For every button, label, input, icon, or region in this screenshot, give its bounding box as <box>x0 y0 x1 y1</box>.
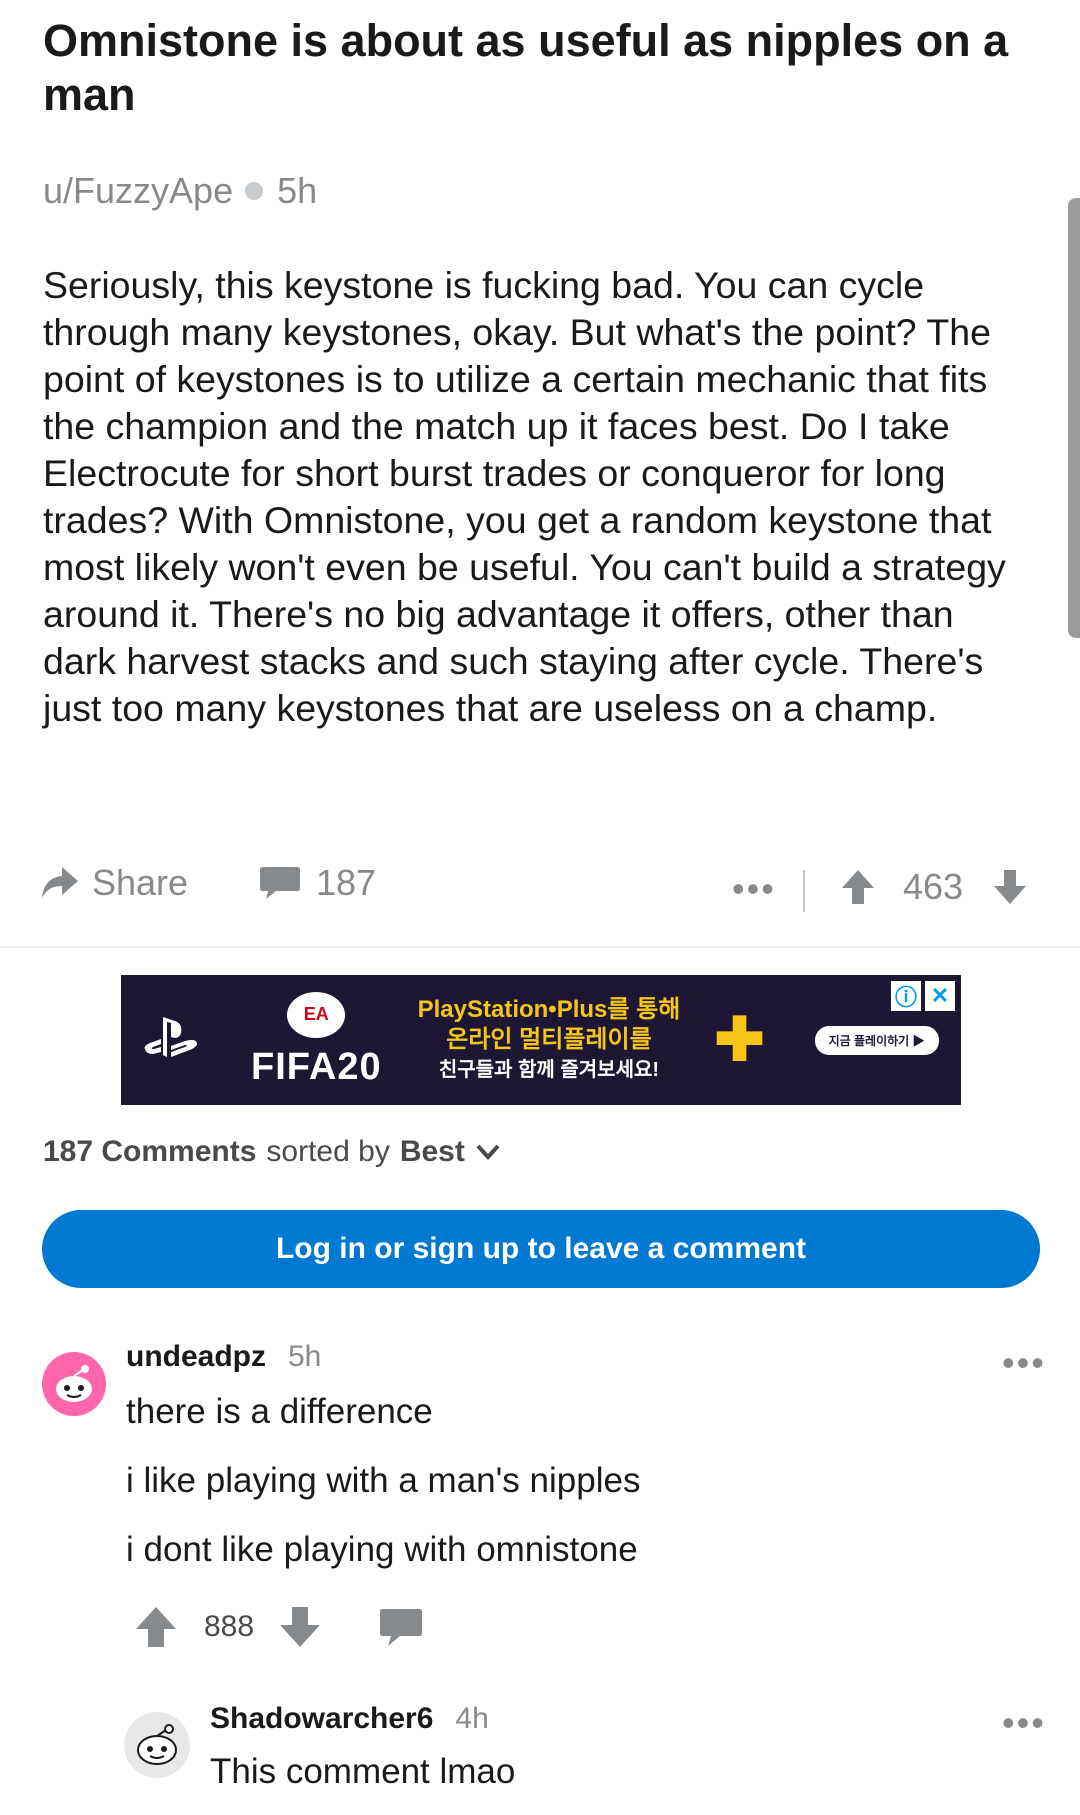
post-more-button[interactable]: ••• <box>732 868 776 910</box>
comment-action-bar: 888 <box>134 1605 424 1649</box>
fifa-title: FIFA20 <box>251 1045 382 1088</box>
comment-line: This comment lmao <box>210 1752 516 1791</box>
comment-time: 4h <box>455 1702 489 1735</box>
ps-plus-icon: ✚ <box>714 1006 765 1073</box>
sort-value: Best <box>399 1135 465 1168</box>
playstation-logo-icon <box>131 1013 211 1068</box>
reply-icon[interactable] <box>378 1605 424 1649</box>
comment-more-button[interactable]: ••• <box>1002 1702 1046 1744</box>
ad-line-2: 온라인 멀티플레이를 <box>446 1026 652 1053</box>
downvote-icon[interactable] <box>278 1605 322 1649</box>
ea-sports-logo: EA <box>287 991 346 1038</box>
adchoices-icon[interactable]: ⓘ <box>891 981 921 1011</box>
action-divider <box>803 870 805 912</box>
upvote-icon[interactable] <box>134 1605 178 1649</box>
ad-line-1: PlayStation•Plus를 통해 <box>417 996 681 1023</box>
comment-avatar[interactable] <box>124 1712 190 1778</box>
post-action-bar: Share 187 ••• 463 <box>40 862 1030 918</box>
ad-controls: ⓘ ✕ <box>891 981 955 1011</box>
comments-sort-row[interactable]: 187 Comments sorted by Best <box>43 1135 501 1169</box>
close-icon[interactable]: ✕ <box>925 981 955 1011</box>
vote-score: 463 <box>903 866 964 907</box>
comment-header: Shadowarcher6 4h <box>210 1702 489 1736</box>
login-signup-button[interactable]: Log in or sign up to leave a comment <box>42 1210 1040 1288</box>
comment-avatar[interactable] <box>42 1352 106 1416</box>
post-meta: u/FuzzyApe 5h <box>43 170 317 212</box>
post-author[interactable]: u/FuzzyApe <box>43 170 233 212</box>
snoo-avatar-icon <box>42 1352 106 1416</box>
ad-line-3: 친구들과 함께 즐겨보세요! <box>438 1059 660 1081</box>
upvote-button[interactable] <box>840 868 876 906</box>
comment-author[interactable]: undeadpz <box>126 1340 266 1374</box>
comment-header: undeadpz 5h <box>126 1340 321 1374</box>
comment-bubble-icon <box>260 867 300 899</box>
downvote-icon <box>994 870 1026 904</box>
share-button[interactable]: Share <box>40 862 188 904</box>
fifa-logo: EA FIFA20 <box>251 991 382 1089</box>
chevron-down-icon <box>476 1144 500 1160</box>
comment-more-button[interactable]: ••• <box>1002 1342 1046 1384</box>
post-title: Omnistone is about as useful as nipples … <box>43 15 1009 120</box>
comments-count-label: 187 Comments <box>43 1135 257 1168</box>
comment-line: i like playing with a man's nipples <box>126 1461 641 1500</box>
ad-copy: PlayStation•Plus를 통해 온라인 멀티플레이를 친구들과 함께 … <box>418 995 681 1085</box>
comment-author[interactable]: Shadowarcher6 <box>210 1702 433 1736</box>
post-time: 5h <box>277 170 318 211</box>
scrollbar[interactable] <box>1068 198 1080 638</box>
comment-time: 5h <box>288 1340 322 1373</box>
post-body: Seriously, this keystone is fucking bad.… <box>43 264 1006 729</box>
ad-cta-button[interactable]: 지금 플레이하기 ▶ <box>814 1025 939 1055</box>
more-icon: ••• <box>732 868 776 909</box>
sorted-by-label: sorted by <box>266 1135 390 1168</box>
section-divider <box>0 946 1080 948</box>
comment-count: 187 <box>316 862 377 903</box>
comment-score: 888 <box>204 1610 255 1643</box>
upvote-icon <box>842 870 874 904</box>
snoo-avatar-icon <box>124 1712 190 1778</box>
share-label: Share <box>92 862 189 903</box>
downvote-button[interactable] <box>992 868 1028 906</box>
comment-line: i dont like playing with omnistone <box>126 1530 638 1569</box>
comments-button[interactable]: 187 <box>258 862 376 904</box>
share-icon <box>42 867 78 898</box>
comment-line: there is a difference <box>126 1392 433 1431</box>
more-icon: ••• <box>1002 1702 1046 1743</box>
meta-separator-dot <box>245 182 264 200</box>
ad-banner[interactable]: EA FIFA20 PlayStation•Plus를 통해 온라인 멀티플레이… <box>121 975 961 1105</box>
more-icon: ••• <box>1002 1342 1046 1383</box>
